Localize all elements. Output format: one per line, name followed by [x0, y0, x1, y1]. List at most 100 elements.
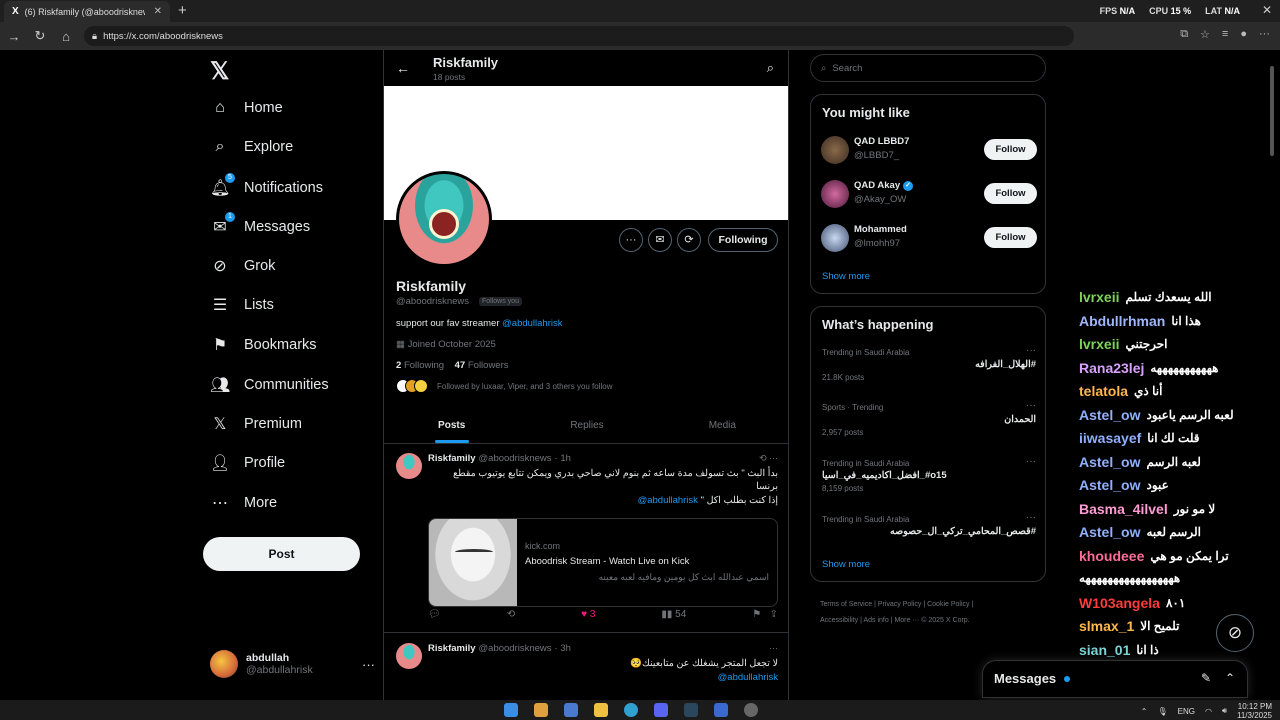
footer-line[interactable]: Terms of Service | Privacy Policy | Cook… — [820, 597, 1040, 613]
post-button[interactable]: Post — [203, 537, 360, 571]
more-icon[interactable]: ··· — [362, 657, 375, 672]
window-close-icon[interactable]: ✕ — [1262, 3, 1272, 17]
tweet-menu[interactable]: ⟲ ··· — [759, 453, 778, 464]
nav-home[interactable]: ⌂ Home — [210, 99, 283, 117]
views-button[interactable]: ▮▮ 54 — [661, 609, 686, 620]
trend-item[interactable]: Trending in Saudi Arabia افضل_اكاديميه_ف… — [822, 456, 1036, 511]
more-icon[interactable]: ··· — [1026, 345, 1036, 356]
nav-communities[interactable]: 👥︎ Communities — [210, 375, 329, 395]
nav-label: Notifications — [244, 180, 323, 196]
show-more-link[interactable]: Show more — [822, 559, 870, 570]
volume-icon[interactable]: 🔊︎ — [1222, 706, 1227, 716]
more-icon[interactable]: ··· — [1026, 512, 1036, 523]
wifi-icon[interactable]: ◠ — [1205, 707, 1212, 716]
trend-count: 2,957 posts — [822, 428, 864, 437]
back-arrow-icon[interactable]: ← — [396, 60, 410, 76]
collections-icon[interactable]: ≡ — [1222, 28, 1228, 41]
trend-item[interactable]: Trending in Saudi Arabia #الهلال_الفرافه… — [822, 345, 1036, 400]
notify-button[interactable]: ⟳ — [677, 228, 701, 252]
app-icon[interactable] — [564, 703, 578, 717]
grok-button[interactable]: ⊘ — [1216, 614, 1254, 652]
nav-premium[interactable]: 𝕏 Premium — [210, 414, 302, 434]
browser-tab[interactable]: X (6) Riskfamily (@aboodrisknews) / X ✕ — [4, 1, 170, 22]
bookmark-share-icons[interactable]: ⚑ ⇪ — [752, 609, 778, 620]
clock[interactable]: 10:12 PM 11/3/2025 — [1237, 702, 1272, 720]
new-tab-icon[interactable]: + — [178, 2, 187, 19]
page-scrollbar[interactable] — [1268, 52, 1276, 700]
tweet-author[interactable]: Riskfamily — [428, 453, 476, 464]
more-options-button[interactable]: ··· — [619, 228, 643, 252]
link-card[interactable]: kick.com Aboodrisk Stream - Watch Live o… — [428, 518, 778, 607]
show-more-link[interactable]: Show more — [822, 271, 870, 282]
tweet-time[interactable]: · 1h — [555, 453, 571, 464]
nav-profile[interactable]: 👤︎ Profile — [210, 453, 285, 473]
language-indicator[interactable]: ENG — [1178, 707, 1195, 716]
retweet-icon[interactable]: ⟲ — [507, 609, 515, 620]
followers-link[interactable]: 47 Followers — [455, 360, 509, 371]
follow-button[interactable]: Follow — [984, 183, 1037, 204]
more-icon[interactable]: ··· — [1026, 456, 1036, 467]
start-icon[interactable] — [504, 703, 518, 717]
tweet[interactable]: Riskfamily @aboodrisknews · 1h ⟲ ··· بدأ… — [384, 445, 788, 633]
more-icon[interactable]: ··· — [1026, 400, 1036, 411]
mic-icon[interactable]: 🎙︎ — [1157, 707, 1167, 716]
discord-icon[interactable] — [654, 703, 668, 717]
tweet-menu[interactable]: ··· — [769, 643, 778, 653]
nav-bookmarks[interactable]: ⚑ Bookmarks — [210, 335, 317, 355]
tweet-author[interactable]: Riskfamily — [428, 643, 476, 654]
follow-button[interactable]: Follow — [984, 139, 1037, 160]
suggestion-item[interactable]: QAD Akay ✓ @Akay_OW Follow — [821, 179, 1037, 209]
tab-close-icon[interactable]: ✕ — [154, 6, 162, 17]
reply-icon[interactable]: 💬︎ — [428, 609, 441, 620]
search-input[interactable]: ⌕ Search — [810, 54, 1046, 82]
follow-button[interactable]: Follow — [984, 227, 1037, 248]
account-switcher[interactable]: abdullah @abdullahrisk ··· — [210, 650, 375, 678]
scrollbar-thumb[interactable] — [1270, 66, 1274, 156]
following-button[interactable]: Following — [708, 228, 778, 252]
extensions-icon[interactable]: ⧉ — [1180, 28, 1188, 41]
bio-mention-link[interactable]: @abdullahrisk — [502, 318, 562, 329]
app-icon[interactable] — [534, 703, 548, 717]
tweet-mention[interactable]: @abdullahrisk — [438, 672, 778, 685]
home-browser-icon[interactable]: ⌂ — [54, 29, 78, 44]
url-field[interactable]: 🔒︎ https://x.com/aboodrisknews — [84, 26, 1074, 46]
nav-explore[interactable]: ⌕ Explore — [210, 138, 294, 156]
chat-username: iiwasayef — [1079, 430, 1142, 446]
profile-avatar[interactable] — [396, 171, 492, 267]
nav-lists[interactable]: ☰ Lists — [210, 295, 274, 315]
search-icon[interactable]: ⌕ — [767, 60, 774, 76]
new-message-icon[interactable]: ✎ — [1201, 671, 1211, 685]
nav-grok[interactable]: ⊘ Grok — [210, 256, 275, 276]
tab-replies[interactable]: Replies — [519, 410, 654, 443]
suggestion-item[interactable]: QAD LBBD7 @LBBD7_ Follow — [821, 135, 1037, 165]
app-icon[interactable] — [714, 703, 728, 717]
x-logo-icon[interactable]: 𝕏 — [210, 57, 229, 86]
tab-posts[interactable]: Posts — [384, 410, 519, 443]
trend-item[interactable]: Sports · Trending الحمدان 2,957 posts ··… — [822, 400, 1036, 455]
chevron-up-icon[interactable]: ⌃ — [1141, 707, 1148, 716]
menu-icon[interactable]: ··· — [1259, 28, 1270, 41]
tab-media[interactable]: Media — [655, 410, 788, 443]
following-link[interactable]: 2 Following — [396, 360, 444, 371]
like-button[interactable]: ♥ 3 — [581, 609, 595, 620]
nav-messages[interactable]: ✉ 1 Messages — [210, 212, 310, 237]
favorites-icon[interactable]: ☆ — [1200, 28, 1210, 41]
back-icon[interactable]: → — [2, 29, 26, 44]
tweet-time[interactable]: · 3h — [555, 643, 571, 654]
message-button[interactable]: ✉ — [648, 228, 672, 252]
suggestion-item[interactable]: Mohammed @lmohh97 Follow — [821, 223, 1037, 253]
profile-browser-icon[interactable]: ● — [1240, 28, 1247, 41]
reload-icon[interactable]: ↻ — [28, 28, 52, 44]
messages-drawer[interactable]: Messages ✎ ⌃ — [982, 660, 1248, 698]
footer-line[interactable]: Accessibility | Ads info | More ··· © 20… — [820, 613, 1040, 629]
steam-icon[interactable] — [684, 703, 698, 717]
chevron-up-icon[interactable]: ⌃ — [1225, 671, 1235, 685]
edge-icon[interactable] — [624, 703, 638, 717]
followed-by[interactable]: Followed by luxaar, Viper, and 3 others … — [396, 379, 613, 393]
nav-more[interactable]: ⋯ More — [210, 493, 277, 513]
app-icon[interactable] — [744, 703, 758, 717]
tweet-mention[interactable]: @abdullahrisk — [638, 495, 698, 506]
nav-notifications[interactable]: 🔔︎ 5 Notifications — [210, 173, 323, 198]
chat-message: lvrxeii الله يسعدك تسلم — [1079, 289, 1212, 305]
folder-icon[interactable] — [594, 703, 608, 717]
